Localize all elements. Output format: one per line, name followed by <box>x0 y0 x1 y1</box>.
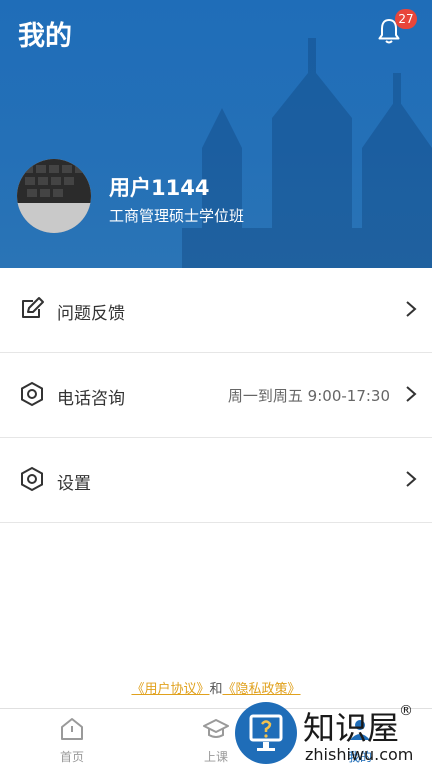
legal-and: 和 <box>209 682 223 697</box>
avatar-photo <box>17 159 91 233</box>
user-agreement-link[interactable]: 《用户协议》 <box>131 682 209 697</box>
menu-item-settings[interactable]: 设置 <box>0 438 432 523</box>
monitor-question-icon <box>249 714 283 751</box>
cathedral-illustration <box>182 38 432 268</box>
edit-icon <box>22 297 44 318</box>
avatar[interactable] <box>17 159 91 233</box>
menu-item-feedback[interactable]: 问题反馈 <box>0 268 432 353</box>
privacy-policy-link[interactable]: 《隐私政策》 <box>223 682 301 697</box>
chevron-right-icon <box>406 471 417 487</box>
profile-header: 我的 27 用户1144 工商管理硕士学位班 <box>0 0 432 268</box>
hexagon-icon <box>21 466 43 492</box>
menu-item-label: 电话咨询 <box>57 389 125 409</box>
watermark-logo <box>235 702 297 764</box>
hexagon-icon <box>21 381 43 407</box>
page-title: 我的 <box>18 21 72 52</box>
watermark-title: 知识屋® <box>303 703 414 747</box>
menu-item-label: 设置 <box>57 474 91 494</box>
chevron-right-icon <box>406 386 417 402</box>
settings-menu: 问题反馈 电话咨询 周一到周五 9:00-17:30 设置 <box>0 268 432 523</box>
watermark: 知识屋® zhishiwu.com <box>235 699 432 768</box>
legal-links: 《用户协议》和《隐私政策》 <box>0 678 432 697</box>
consult-hours: 周一到周五 9:00-17:30 <box>227 387 390 405</box>
tab-home[interactable]: 首页 <box>22 709 122 769</box>
home-icon <box>61 718 83 740</box>
user-name: 用户1144 <box>109 176 210 200</box>
notification-badge: 27 <box>395 9 417 29</box>
watermark-url: zhishiwu.com <box>305 745 414 764</box>
tab-label: 首页 <box>59 750 84 764</box>
menu-item-label: 问题反馈 <box>57 304 125 324</box>
menu-item-phone-consult[interactable]: 电话咨询 周一到周五 9:00-17:30 <box>0 353 432 438</box>
chevron-right-icon <box>406 301 417 317</box>
graduation-cap-icon <box>203 719 229 738</box>
user-program: 工商管理硕士学位班 <box>109 207 245 225</box>
